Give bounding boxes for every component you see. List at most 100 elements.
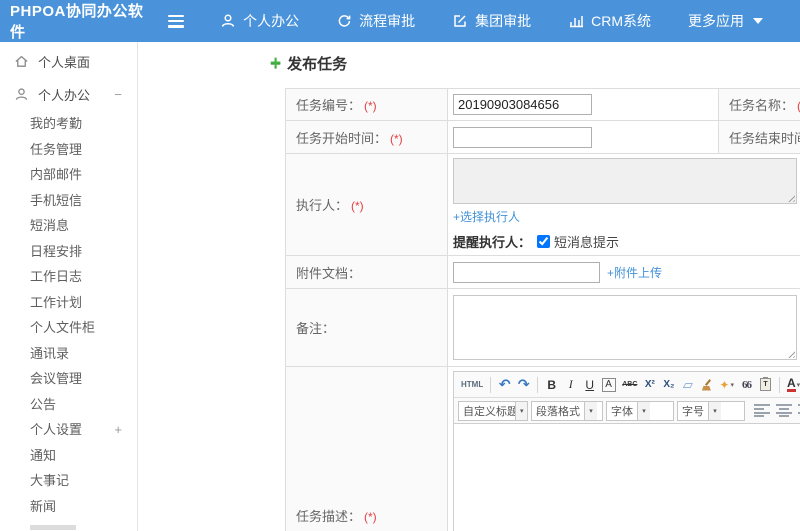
expand-icon[interactable]: +	[114, 417, 122, 443]
executor-textarea[interactable]	[453, 158, 797, 204]
table-row: 附件文档： +附件上传	[285, 255, 800, 289]
upload-attachment-link[interactable]: +附件上传	[607, 264, 662, 281]
sidebar-item-label: 会议管理	[30, 371, 83, 386]
main-content: + 发布任务 任务编号：(*) 任务名称：(*) 任务开始时间：(*)	[139, 42, 800, 531]
toolbar-separator	[490, 376, 492, 393]
sidebar-item-label: 个人设置	[30, 422, 83, 437]
sidebar-item-personal-files[interactable]: 个人文件柜	[0, 315, 137, 341]
attachment-input[interactable]	[453, 261, 600, 283]
editor-content-area[interactable]	[454, 424, 800, 531]
eraser-icon[interactable]: ▱	[679, 375, 696, 395]
caret-down-icon: ▾	[796, 381, 800, 389]
sidebar-item-internal-mail[interactable]: 内部邮件	[0, 162, 137, 188]
rich-text-editor: HTML ↶ ↷ B I U A ABC X² X₂ ▱ ✦ ▾ 66 T A …	[453, 371, 800, 531]
autotypeset-button[interactable]: A	[600, 375, 618, 395]
description-label: 任务描述： (*)	[285, 366, 448, 531]
format-brush-icon[interactable]	[698, 375, 715, 395]
sidebar: 个人桌面 个人办公 − 我的考勤 任务管理 内部邮件 手机短信 短消息 日程安排…	[0, 42, 138, 531]
nav-group-approval[interactable]: 集团审批	[452, 11, 531, 31]
choose-executor-link[interactable]: +选择执行人	[453, 210, 520, 224]
subscript-button[interactable]: X₂	[660, 375, 677, 395]
publish-task-form: 任务编号：(*) 任务名称：(*) 任务开始时间：(*) 任务结束时间：(*)	[285, 88, 800, 531]
sidebar-item-label: 大事记	[30, 473, 70, 488]
sidebar-item-short-message[interactable]: 短消息	[0, 213, 137, 239]
italic-button[interactable]: I	[562, 375, 579, 395]
sidebar-item-announcement[interactable]: 公告	[0, 392, 137, 418]
executor-cell: +选择执行人 提醒执行人： 短消息提示	[447, 153, 800, 256]
edit-icon	[454, 15, 466, 27]
sidebar-item-label: 通知	[30, 447, 57, 463]
sidebar-item-personal-desktop[interactable]: 个人桌面	[0, 45, 137, 78]
sidebar-item-schedule[interactable]: 日程安排	[0, 239, 137, 265]
blockquote-button[interactable]: 66	[738, 375, 755, 395]
align-center-icon[interactable]	[776, 404, 792, 417]
flow-icon	[338, 15, 351, 27]
bold-button[interactable]: B	[543, 375, 560, 395]
page-title-text: 发布任务	[287, 56, 348, 73]
sidebar-item-label: 公告	[30, 396, 57, 412]
sidebar-item-label: 工作日志	[30, 269, 83, 284]
font-color-button[interactable]: A ▾	[785, 375, 800, 395]
paste-icon[interactable]: T	[757, 375, 774, 395]
font-size-select[interactable]: 字号 ▾	[677, 400, 745, 421]
start-time-cell	[447, 120, 719, 154]
top-header: PHPOA协同办公软件 个人办公 流程审批 集团审批 CRM系统 更多应用	[0, 0, 800, 42]
strikethrough-button[interactable]: ABC	[620, 375, 639, 395]
custom-title-select[interactable]: 自定义标题 ▾	[458, 400, 528, 421]
sidebar-item-partial	[30, 525, 76, 530]
sidebar-item-my-attendance[interactable]: 我的考勤	[0, 111, 137, 137]
sidebar-item-events[interactable]: 大事记	[0, 468, 137, 494]
collapse-icon[interactable]: −	[114, 87, 122, 102]
sidebar-item-meeting-management[interactable]: 会议管理	[0, 366, 137, 392]
nav-workflow-approval[interactable]: 流程审批	[336, 11, 415, 31]
caret-down-icon: ▾	[515, 401, 527, 420]
caret-down-icon: ▾	[584, 401, 597, 420]
remark-label: 备注：	[285, 288, 448, 367]
task-no-label: 任务编号： (*)	[285, 88, 448, 121]
sidebar-item-label: 个人文件柜	[30, 320, 96, 335]
attachment-cell: +附件上传	[447, 255, 800, 289]
user-icon	[221, 14, 235, 27]
sidebar-item-label: 个人办公	[38, 88, 91, 103]
table-row: 任务描述： (*) HTML ↶ ↷ B I U A ABC X² X₂ ▱ ✦…	[285, 366, 800, 531]
start-time-input[interactable]	[453, 126, 592, 148]
sidebar-item-work-plan[interactable]: 工作计划	[0, 290, 137, 316]
nav-crm-system[interactable]: CRM系统	[568, 11, 651, 31]
sidebar-item-notice[interactable]: 通知	[0, 443, 137, 469]
attachment-label: 附件文档：	[285, 255, 448, 289]
required-mark: (*)	[351, 199, 364, 213]
redo-icon[interactable]: ↷	[515, 375, 532, 395]
nav-personal-office[interactable]: 个人办公	[220, 11, 299, 31]
sidebar-item-mobile-sms[interactable]: 手机短信	[0, 188, 137, 214]
sidebar-item-label: 通讯录	[30, 345, 70, 361]
sidebar-item-personal-office[interactable]: 个人办公 −	[0, 78, 137, 111]
nav-label: 流程审批	[359, 13, 416, 29]
table-row: 任务开始时间：(*) 任务结束时间：(*)	[285, 120, 800, 154]
superscript-button[interactable]: X²	[641, 375, 658, 395]
nav-more-apps[interactable]: 更多应用	[688, 11, 763, 31]
sidebar-item-work-log[interactable]: 工作日志	[0, 264, 137, 290]
sidebar-item-label: 手机短信	[30, 192, 83, 208]
hamburger-menu-icon[interactable]	[168, 14, 185, 28]
align-left-icon[interactable]	[754, 404, 770, 417]
sidebar-item-news[interactable]: 新闻	[0, 494, 137, 520]
paragraph-format-select[interactable]: 段落格式 ▾	[531, 400, 603, 421]
user-icon	[15, 88, 28, 100]
remark-cell	[447, 288, 800, 367]
sms-remind-checkbox[interactable]	[537, 235, 551, 248]
nav-label: 集团审批	[475, 13, 532, 29]
underline-button[interactable]: U	[581, 375, 598, 395]
sidebar-item-contacts[interactable]: 通讯录	[0, 341, 137, 367]
plus-icon: +	[270, 53, 282, 74]
html-source-button[interactable]: HTML	[459, 375, 485, 395]
sidebar-item-personal-settings[interactable]: 个人设置 +	[0, 417, 137, 443]
undo-icon[interactable]: ↶	[496, 375, 513, 395]
executor-label: 执行人： (*)	[285, 153, 448, 256]
task-no-input[interactable]	[453, 94, 592, 115]
remark-textarea[interactable]	[453, 295, 797, 360]
magic-format-icon[interactable]: ✦ ▾	[717, 375, 736, 395]
caret-down-icon: ▾	[730, 381, 734, 389]
editor-toolbar-row1: HTML ↶ ↷ B I U A ABC X² X₂ ▱ ✦ ▾ 66 T A …	[454, 372, 800, 398]
font-family-select[interactable]: 字体 ▾	[606, 400, 674, 421]
sidebar-item-task-management[interactable]: 任务管理	[0, 137, 137, 163]
